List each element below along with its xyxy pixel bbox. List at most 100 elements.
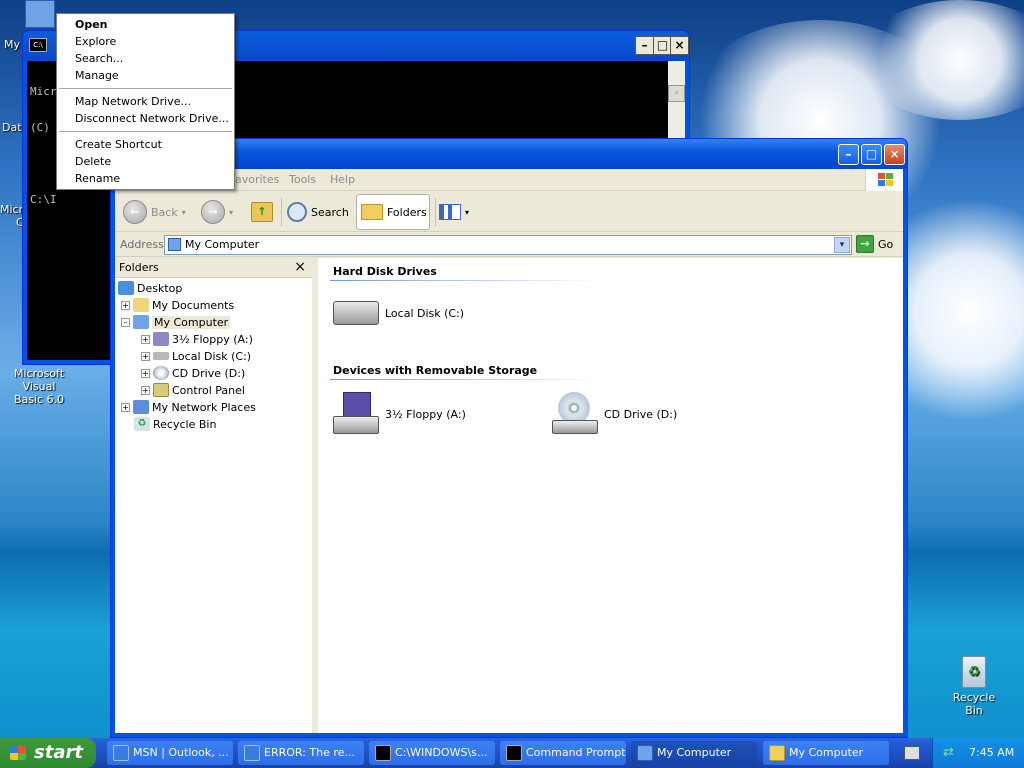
search-button[interactable]: Search xyxy=(287,195,349,229)
tree-label: 3½ Floppy (A:) xyxy=(172,332,253,346)
desktop-icon-label[interactable]: Dat xyxy=(2,121,22,134)
folders-label: Folders xyxy=(387,205,427,219)
address-bar: Address My Computer ▾ → Go xyxy=(115,233,903,257)
ie-icon xyxy=(244,745,260,761)
documents-folder-icon xyxy=(133,298,149,312)
back-button[interactable]: ← Back ▾ xyxy=(123,195,186,229)
tree-item-my-computer[interactable]: – My Computer xyxy=(121,314,231,330)
network-tray-icon[interactable]: ⇄ xyxy=(943,745,959,761)
menu-item-rename[interactable]: Rename xyxy=(75,172,120,185)
tree-item-control-panel[interactable]: + Control Panel xyxy=(141,382,245,398)
menu-item-map-network-drive[interactable]: Map Network Drive... xyxy=(75,95,191,108)
tree-label: My Network Places xyxy=(152,400,256,414)
taskbar-button-label: C:\WINDOWS\s... xyxy=(395,746,488,759)
control-panel-icon xyxy=(153,383,169,397)
expand-icon[interactable]: + xyxy=(141,368,150,378)
expand-icon[interactable]: + xyxy=(121,300,130,310)
computer-icon xyxy=(25,0,55,28)
taskbar: start MSN | Outlook, ... ERROR: The re..… xyxy=(0,738,1024,768)
drive-local-disk-c[interactable]: Local Disk (C:) xyxy=(333,301,464,325)
drive-label: CD Drive (D:) xyxy=(604,407,678,421)
ie-icon xyxy=(113,745,129,761)
menu-item-open[interactable]: Open xyxy=(75,18,108,31)
taskbar-button-my-computer[interactable]: My Computer xyxy=(631,741,757,765)
menu-item-create-shortcut[interactable]: Create Shortcut xyxy=(75,138,162,151)
expand-icon[interactable]: + xyxy=(141,385,150,395)
expand-icon[interactable]: + xyxy=(141,351,150,361)
desktop-icon-label[interactable]: My xyxy=(4,38,20,51)
close-icon[interactable]: × xyxy=(294,259,306,275)
desktop-icon-vb6[interactable]: Microsoft Visual Basic 6.0 xyxy=(0,367,78,406)
hard-disk-icon xyxy=(153,352,169,360)
menu-help[interactable]: Help xyxy=(330,173,355,186)
toolbar: ← Back ▾ → ▾ ↑ Search Folders ▾ xyxy=(115,192,903,232)
expand-icon[interactable]: + xyxy=(141,334,150,344)
address-label: Address xyxy=(120,238,164,251)
menu-item-delete[interactable]: Delete xyxy=(75,155,111,168)
drive-cd-d[interactable]: CD Drive (D:) xyxy=(552,392,677,436)
folder-icon xyxy=(361,204,383,220)
chevron-down-icon: ▾ xyxy=(181,207,186,217)
up-button[interactable]: ↑ xyxy=(251,195,273,229)
scroll-up-arrow[interactable]: ▲ xyxy=(668,85,685,102)
go-label: Go xyxy=(878,237,894,251)
taskbar-button-windows-cmd[interactable]: C:\WINDOWS\s... xyxy=(369,741,495,765)
menu-item-search[interactable]: Search... xyxy=(75,52,123,65)
menu-item-manage[interactable]: Manage xyxy=(75,69,119,82)
taskbar-button-my-computer-2[interactable]: My Computer xyxy=(763,741,889,765)
folder-up-icon: ↑ xyxy=(251,202,273,222)
start-button[interactable]: start xyxy=(0,738,96,768)
menu-item-disconnect-network-drive[interactable]: Disconnect Network Drive... xyxy=(75,112,229,125)
system-tray: ⇄ 7:45 AM xyxy=(932,738,1024,768)
tree-item-network-places[interactable]: + My Network Places xyxy=(121,399,256,415)
menu-separator xyxy=(59,88,232,89)
chevron-down-icon[interactable]: ▾ xyxy=(834,237,850,253)
views-button[interactable]: ▾ xyxy=(439,195,469,229)
search-label: Search xyxy=(311,205,349,219)
desktop-icon-label: Microsoft Visual xyxy=(13,367,65,393)
close-button[interactable]: × xyxy=(670,36,689,55)
menu-favorites[interactable]: avorites xyxy=(235,173,279,186)
address-input[interactable]: My Computer ▾ xyxy=(164,235,852,255)
taskbar-button-msn-outlook[interactable]: MSN | Outlook, ... xyxy=(107,741,233,765)
keyboard-icon[interactable] xyxy=(904,746,920,760)
menu-item-explore[interactable]: Explore xyxy=(75,35,116,48)
tree-item-recycle-bin[interactable]: ♻ Recycle Bin xyxy=(134,416,216,432)
forward-button[interactable]: → ▾ xyxy=(201,195,233,229)
windows-logo-icon xyxy=(865,169,903,191)
maximize-button[interactable]: □ xyxy=(861,144,882,165)
console-icon xyxy=(506,745,522,761)
search-icon xyxy=(287,202,307,222)
my-computer-window: – □ × avorites Tools Help ← Back ▾ → ▾ ↑… xyxy=(110,138,908,738)
back-label: Back xyxy=(151,205,178,219)
folders-pane-title: Folders xyxy=(119,261,159,274)
computer-icon xyxy=(133,315,149,329)
tree-item-my-documents[interactable]: + My Documents xyxy=(121,297,234,313)
taskbar-button-label: MSN | Outlook, ... xyxy=(133,746,229,759)
tree-item-desktop[interactable]: Desktop xyxy=(118,280,182,296)
taskbar-button-label: ERROR: The re... xyxy=(264,746,355,759)
desktop-icon-recycle-bin[interactable]: ♻ Recycle Bin xyxy=(944,656,1004,717)
desktop-icon xyxy=(118,281,134,295)
go-button[interactable]: → Go xyxy=(856,235,893,253)
folders-button[interactable]: Folders xyxy=(356,194,430,230)
drive-floppy-a[interactable]: 3½ Floppy (A:) xyxy=(333,392,466,436)
clock[interactable]: 7:45 AM xyxy=(969,746,1014,759)
expand-icon[interactable]: + xyxy=(121,402,130,412)
taskbar-button-error[interactable]: ERROR: The re... xyxy=(238,741,364,765)
content-pane: Hard Disk Drives Local Disk (C:) Devices… xyxy=(318,258,903,733)
recycle-bin-icon: ♻ xyxy=(962,656,986,688)
collapse-icon[interactable]: – xyxy=(121,317,130,327)
taskbar-button-command-prompt[interactable]: Command Prompt xyxy=(500,741,626,765)
tree-item-local-disk[interactable]: + Local Disk (C:) xyxy=(141,348,251,364)
tree-item-floppy[interactable]: + 3½ Floppy (A:) xyxy=(141,331,253,347)
console-icon xyxy=(375,745,391,761)
tree-item-cd-drive[interactable]: + CD Drive (D:) xyxy=(141,365,245,381)
close-button[interactable]: × xyxy=(884,144,905,165)
desktop-icon-my-computer[interactable] xyxy=(22,0,58,28)
minimize-button[interactable]: – xyxy=(635,36,654,55)
menu-tools[interactable]: Tools xyxy=(289,173,316,186)
minimize-button[interactable]: – xyxy=(838,144,859,165)
computer-icon xyxy=(637,745,653,761)
cd-drive-icon xyxy=(552,392,598,436)
